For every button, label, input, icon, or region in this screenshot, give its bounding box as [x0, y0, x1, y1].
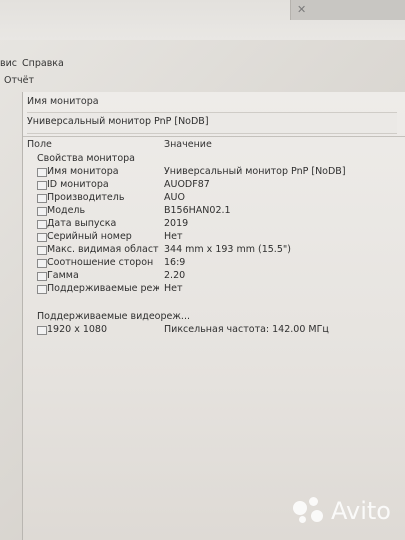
divider [23, 136, 405, 137]
value-manufacturer: AUO [164, 192, 185, 203]
menu-item-help[interactable]: Справка [22, 58, 64, 69]
group-supported-video-modes[interactable]: Поддерживаемые видеореж... [37, 311, 190, 322]
field-supported-modes[interactable]: Поддерживаемые режимы... [47, 283, 159, 294]
field-model[interactable]: Модель [47, 205, 85, 216]
value-monitor-name: Универсальный монитор PnP [NoDB] [164, 166, 346, 177]
monitor-icon [37, 168, 47, 177]
monitor-icon [37, 285, 47, 294]
toolbar: Отчёт [0, 74, 405, 90]
avito-logo-icon [293, 497, 325, 525]
monitor-icon [37, 220, 47, 229]
value-model: B156HAN02.1 [164, 205, 231, 216]
video-mode-pixel-clock: Пиксельная частота: 142.00 МГц [164, 324, 329, 335]
background-window-fragment: ✕ [290, 0, 405, 20]
value-release-date: 2019 [164, 218, 189, 229]
monitor-icon [37, 326, 47, 335]
monitor-icon [37, 181, 47, 190]
value-monitor-id: AUODF87 [164, 179, 210, 190]
field-serial-number[interactable]: Серийный номер [47, 231, 132, 242]
monitor-icon [37, 233, 47, 242]
monitor-icon [37, 259, 47, 268]
field-manufacturer[interactable]: Производитель [47, 192, 124, 203]
column-header-value[interactable]: Значение [164, 139, 212, 150]
avito-watermark-text: Avito [331, 497, 391, 525]
value-aspect-ratio: 16:9 [164, 257, 186, 268]
value-max-visible-area: 344 mm x 193 mm (15.5") [164, 244, 291, 255]
monitor-header-label: Имя монитора [27, 96, 99, 107]
value-serial-number: Нет [164, 231, 183, 242]
group-monitor-properties[interactable]: Свойства монитора [37, 153, 135, 164]
avito-watermark: Avito [293, 496, 391, 526]
monitor-icon [37, 246, 47, 255]
details-panel: Имя монитора Универсальный монитор PnP [… [22, 92, 405, 540]
monitor-header-value-box: Универсальный монитор PnP [NoDB] [27, 112, 397, 134]
field-gamma[interactable]: Гамма [47, 270, 79, 281]
menu-item-service[interactable]: вис [0, 58, 17, 69]
value-gamma: 2.20 [164, 270, 186, 281]
monitor-icon [37, 207, 47, 216]
monitor-header-value: Универсальный монитор PnP [NoDB] [27, 116, 209, 127]
field-aspect-ratio[interactable]: Соотношение сторон [47, 257, 153, 268]
field-monitor-id[interactable]: ID монитора [47, 179, 109, 190]
field-max-visible-area[interactable]: Макс. видимая область экр... [47, 244, 159, 255]
monitor-icon [37, 194, 47, 203]
report-button[interactable]: Отчёт [4, 75, 34, 86]
video-mode-resolution[interactable]: 1920 x 1080 [47, 324, 107, 335]
field-release-date[interactable]: Дата выпуска [47, 218, 116, 229]
close-icon[interactable]: ✕ [297, 3, 311, 17]
field-monitor-name[interactable]: Имя монитора [47, 166, 119, 177]
value-supported-modes: Нет [164, 283, 183, 294]
column-header-field[interactable]: Поле [27, 139, 52, 150]
monitor-icon [37, 272, 47, 281]
menu-bar: вис Справка [0, 56, 405, 74]
